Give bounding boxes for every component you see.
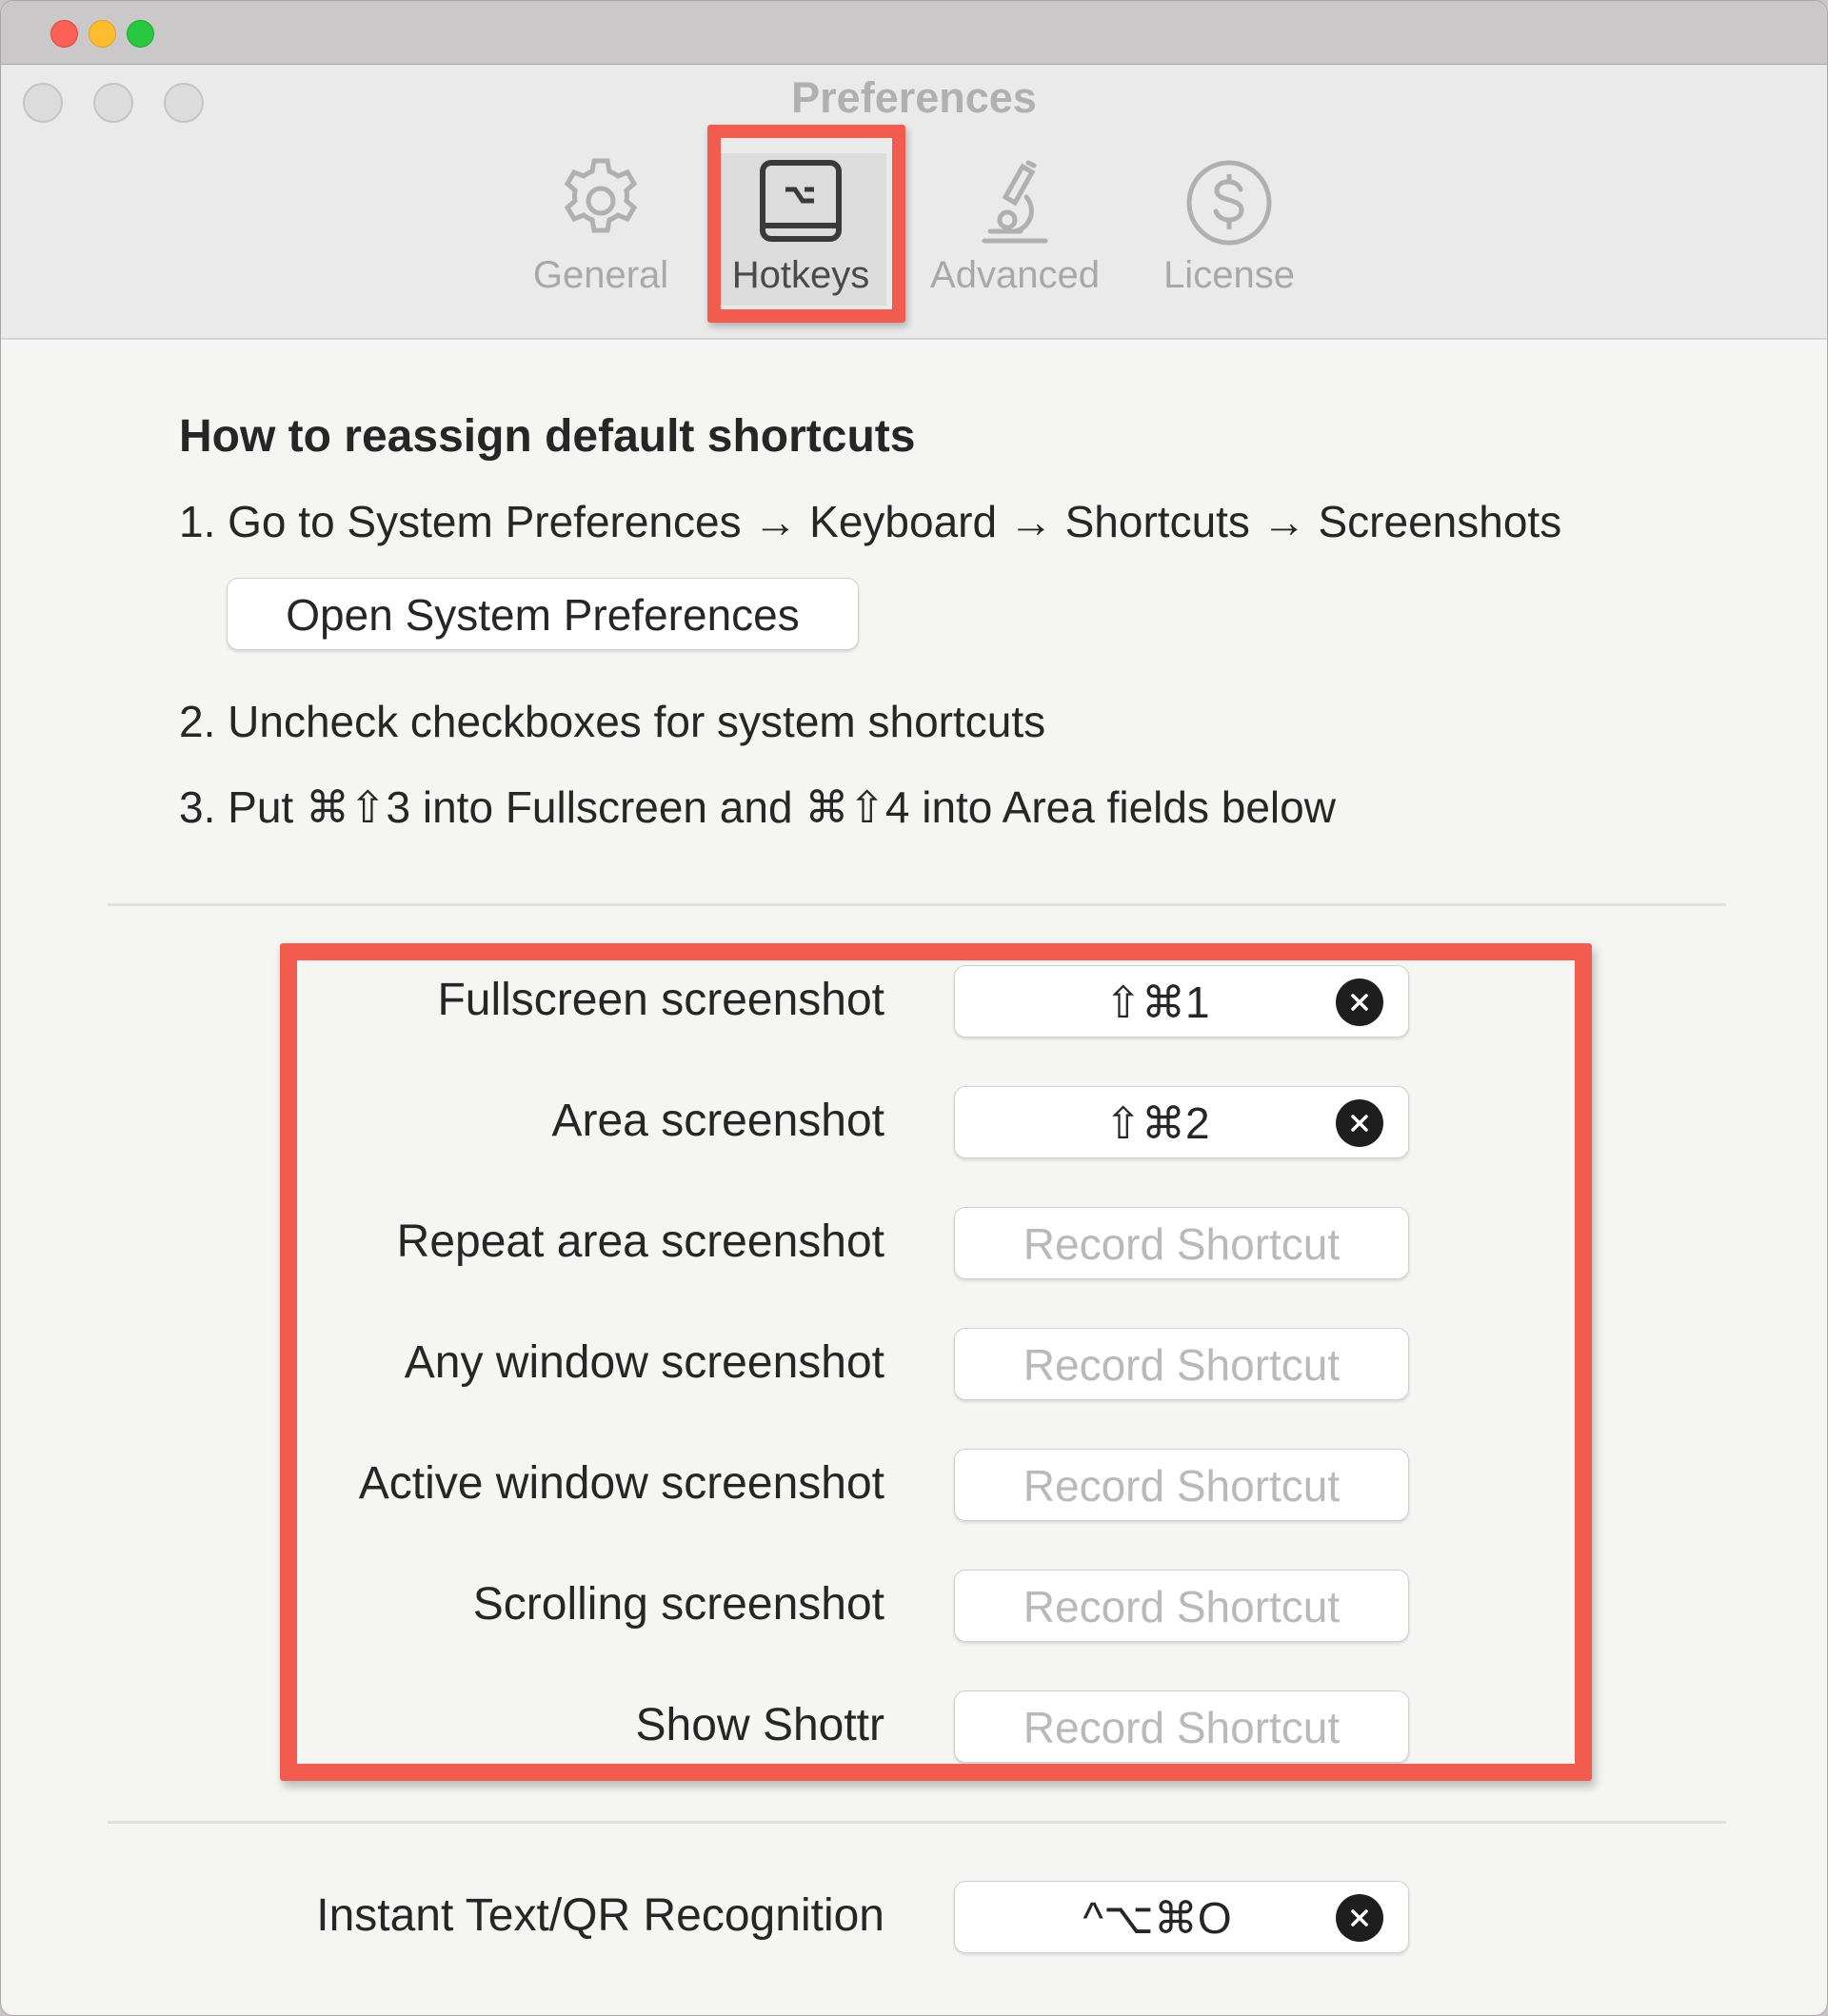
divider <box>108 1821 1726 1824</box>
tab-general[interactable]: General <box>525 153 677 306</box>
dollar-icon <box>1143 153 1315 248</box>
instruction-step-3: 3. Put ⌘⇧3 into Fullscreen and ⌘⇧4 into … <box>179 782 1336 832</box>
tab-label: General <box>532 254 669 296</box>
window-title: Preferences <box>791 73 1037 122</box>
clear-shortcut-button[interactable] <box>1336 1894 1383 1942</box>
gear-icon <box>525 153 677 248</box>
tab-license[interactable]: License <box>1143 153 1315 306</box>
shortcut-label-ocr: Instant Text/QR Recognition <box>316 1890 884 1941</box>
tab-label: License <box>1163 254 1295 296</box>
outer-window-titlebar <box>1 1 1827 65</box>
divider <box>108 903 1726 906</box>
shortcut-field-ocr[interactable]: ^⌥⌘O <box>954 1881 1409 1953</box>
close-icon <box>1351 1909 1368 1927</box>
close-window-button[interactable] <box>50 20 78 48</box>
instruction-step-2: 2. Uncheck checkboxes for system shortcu… <box>179 697 1046 746</box>
screenshot-frame: Preferences General Hotkeys Advanced Lic… <box>0 0 1828 2016</box>
zoom-window-button[interactable] <box>127 20 154 48</box>
instruction-step-1: 1. Go to System Preferences → Keyboard →… <box>179 497 1562 546</box>
open-system-preferences-button[interactable]: Open System Preferences <box>227 578 859 650</box>
section-heading: How to reassign default shortcuts <box>179 411 916 462</box>
shortcuts-highlight-annotation <box>280 943 1592 1781</box>
microscope-icon <box>915 153 1115 248</box>
tab-label: Advanced <box>930 254 1100 296</box>
tab-advanced[interactable]: Advanced <box>915 153 1115 306</box>
shortcut-value: ^⌥⌘O <box>1083 1893 1232 1943</box>
tab-highlight-annotation <box>707 125 905 323</box>
minimize-window-button[interactable] <box>89 20 116 48</box>
